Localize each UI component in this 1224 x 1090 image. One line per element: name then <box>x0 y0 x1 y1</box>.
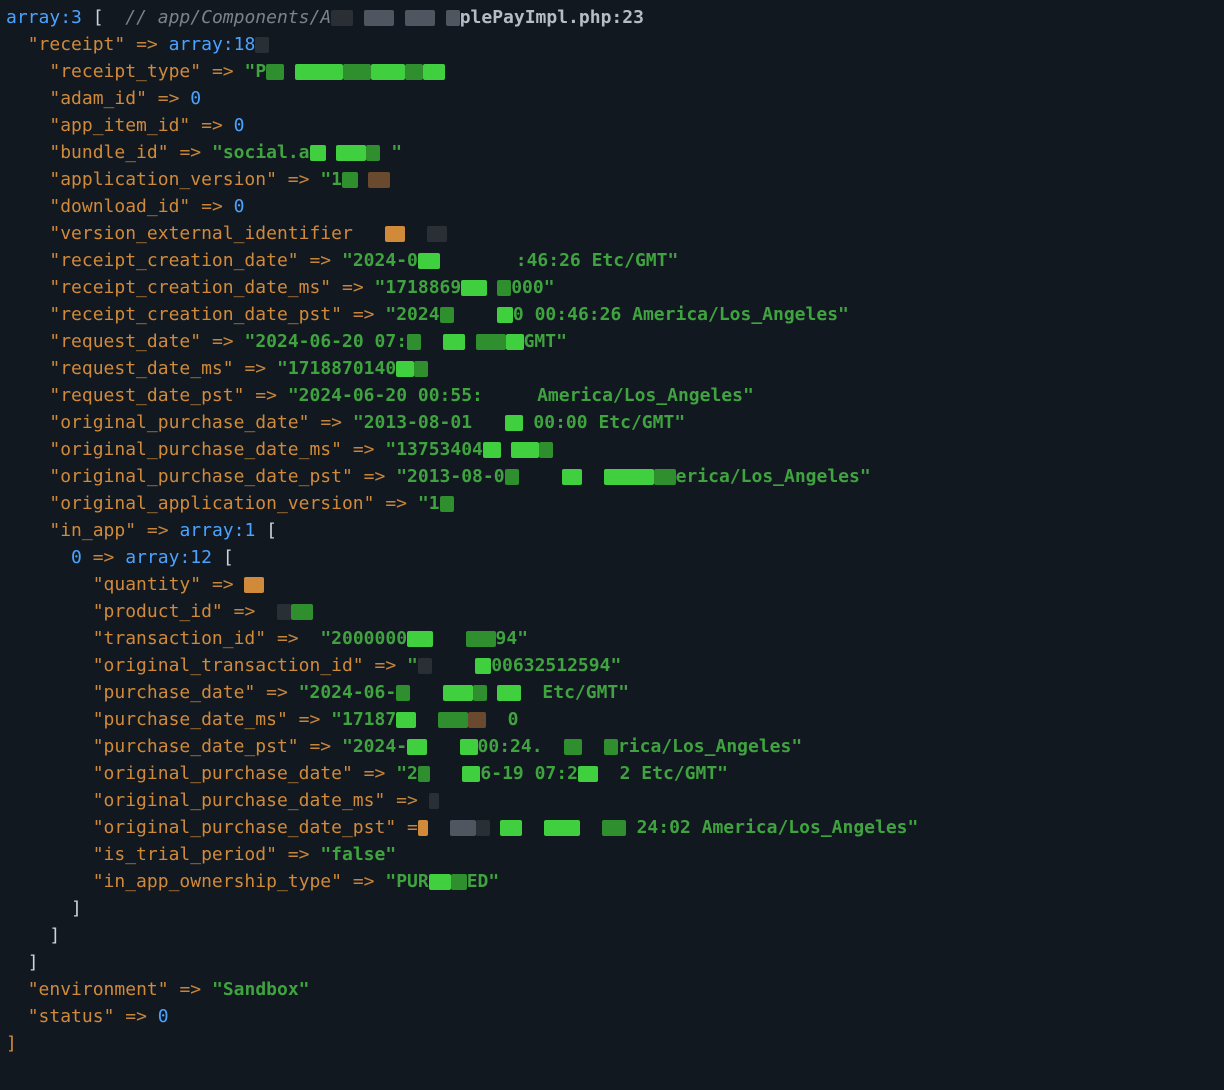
key-receipt: "receipt" <box>28 34 126 55</box>
key-original-purchase-date-ms: "original_purchase_date_ms" <box>49 439 342 460</box>
key-inapp-original-purchase-date: "original_purchase_date" <box>93 763 353 784</box>
key-request-date-ms: "request_date_ms" <box>49 358 233 379</box>
key-version-external-identifier: "version_external_identifier <box>49 223 352 244</box>
key-is-trial-period: "is_trial_period" <box>93 844 277 865</box>
key-original-transaction-id: "original_transaction_id" <box>93 655 364 676</box>
key-bundle-id: "bundle_id" <box>49 142 168 163</box>
key-status: "status" <box>28 1006 115 1027</box>
key-request-date: "request_date" <box>49 331 201 352</box>
key-receipt-creation-date-pst: "receipt_creation_date_pst" <box>49 304 342 325</box>
key-original-purchase-date: "original_purchase_date" <box>49 412 309 433</box>
key-download-id: "download_id" <box>49 196 190 217</box>
key-transaction-id: "transaction_id" <box>93 628 266 649</box>
key-original-purchase-date-pst: "original_purchase_date_pst" <box>49 466 352 487</box>
debug-dump-output: array:3 [ // app/Components/A plePayImpl… <box>0 0 1224 1063</box>
key-product-id: "product_id" <box>93 601 223 622</box>
key-app-item-id: "app_item_id" <box>49 115 190 136</box>
key-environment: "environment" <box>28 979 169 1000</box>
key-quantity: "quantity" <box>93 574 201 595</box>
key-original-application-version: "original_application_version" <box>49 493 374 514</box>
key-receipt-creation-date-ms: "receipt_creation_date_ms" <box>49 277 331 298</box>
key-adam-id: "adam_id" <box>49 88 147 109</box>
key-in-app: "in_app" <box>49 520 136 541</box>
array-keyword: array:3 <box>6 7 82 28</box>
key-request-date-pst: "request_date_pst" <box>49 385 244 406</box>
key-receipt-type: "receipt_type" <box>49 61 201 82</box>
key-inapp-original-purchase-date-ms: "original_purchase_date_ms" <box>93 790 386 811</box>
key-application-version: "application_version" <box>49 169 277 190</box>
key-in-app-ownership-type: "in_app_ownership_type" <box>93 871 342 892</box>
key-purchase-date-ms: "purchase_date_ms" <box>93 709 288 730</box>
source-comment: // app/Components/A <box>125 7 331 28</box>
key-inapp-original-purchase-date-pst: "original_purchase_date_pst" <box>93 817 396 838</box>
key-purchase-date-pst: "purchase_date_pst" <box>93 736 299 757</box>
key-purchase-date: "purchase_date" <box>93 682 256 703</box>
key-receipt-creation-date: "receipt_creation_date" <box>49 250 298 271</box>
